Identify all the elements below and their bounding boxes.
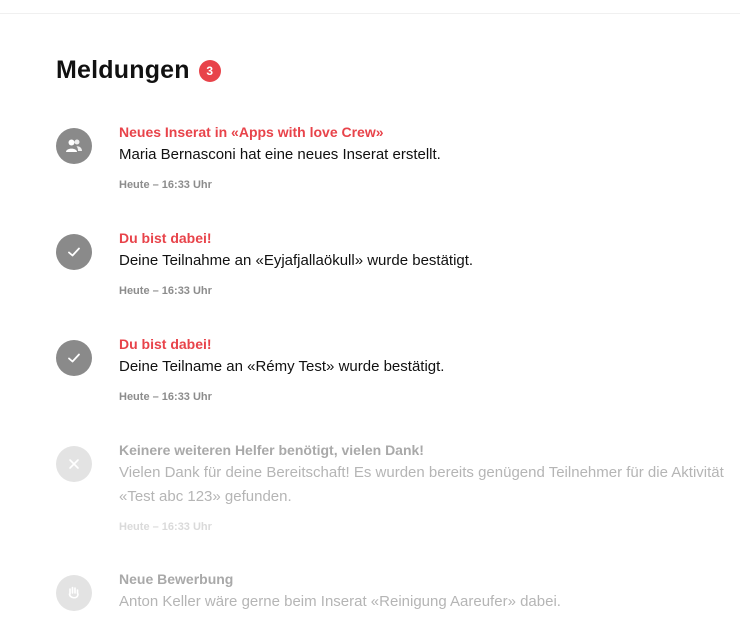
notification-headline: Keinere weiteren Helfer benötigt, vielen… [119,442,424,458]
unread-count-badge: 3 [198,59,221,82]
notification-message: Deine Teilnahme an «Eyjafjallaökull» wur… [119,252,474,269]
notifications-header: Meldungen 3 [56,56,221,85]
users-icon [56,128,92,164]
check-icon [56,340,92,376]
page-title: Meldungen [56,56,190,84]
close-icon [56,446,92,482]
notification-content: Du bist dabei! Deine Teilname an «Rémy T… [119,335,729,403]
notification-content: Neues Inserat in «Apps with love Crew» M… [119,123,729,191]
top-divider [0,0,740,14]
notification-message: Maria Bernasconi hat eine neues Inserat … [119,146,441,163]
notification-headline: Neue Bewerbung [119,571,234,587]
notification-content: Neue Bewerbung Anton Keller wäre gerne b… [119,570,729,614]
hand-icon [56,575,92,611]
notification-message: Deine Teilname an «Rémy Test» wurde best… [119,358,445,375]
notification-message: Anton Keller wäre gerne beim Inserat «Re… [119,593,561,610]
notification-time: Heute – 16:33 Uhr [119,179,212,191]
notification-time: Heute – 16:33 Uhr [119,521,212,533]
notification-headline: Neues Inserat in «Apps with love Crew» [119,124,384,140]
notification-headline: Du bist dabei! [119,230,212,246]
notification-content: Du bist dabei! Deine Teilnahme an «Eyjaf… [119,229,729,297]
notification-time: Heute – 16:33 Uhr [119,391,212,403]
notification-content: Keinere weiteren Helfer benötigt, vielen… [119,441,729,533]
check-icon [56,234,92,270]
notification-time: Heute – 16:33 Uhr [119,285,212,297]
notification-message: Vielen Dank für deine Bereitschaft! Es w… [119,464,724,505]
notification-headline: Du bist dabei! [119,336,212,352]
